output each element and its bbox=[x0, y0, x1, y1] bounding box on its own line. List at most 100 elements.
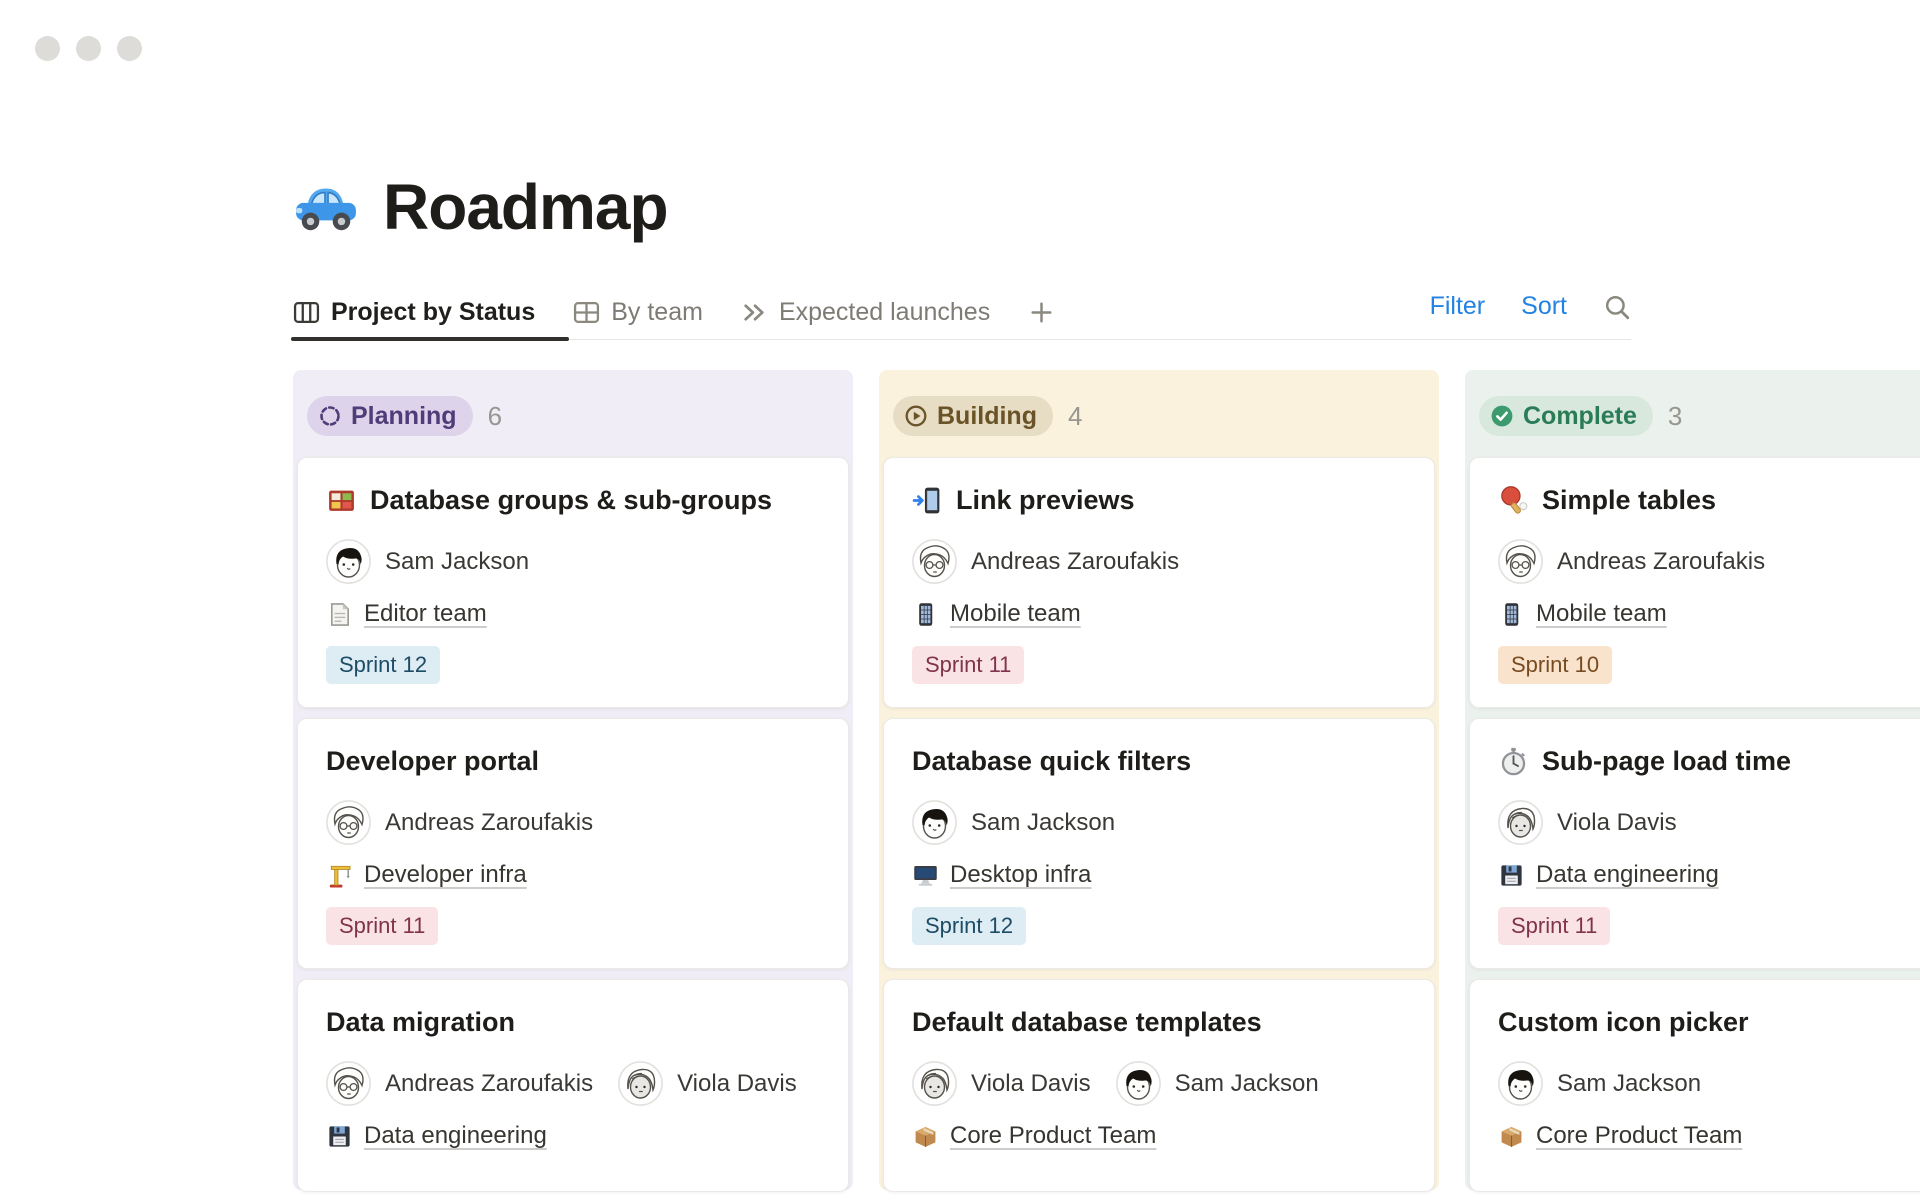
chevrons-icon bbox=[741, 299, 768, 326]
card-title-row: Sub-page load time bbox=[1498, 744, 1920, 779]
avatar bbox=[326, 800, 371, 845]
plus-icon bbox=[1028, 299, 1055, 326]
assignee-name: Andreas Zaroufakis bbox=[385, 809, 593, 837]
card-title: Database quick filters bbox=[912, 744, 1191, 779]
board-column: Planning 6 Database groups & sub-groups … bbox=[293, 370, 853, 1190]
card-title-row: Custom icon picker bbox=[1498, 1005, 1920, 1040]
card-title-row: Link previews bbox=[912, 483, 1406, 518]
assignee: Andreas Zaroufakis bbox=[326, 800, 593, 845]
assignee: Andreas Zaroufakis bbox=[912, 539, 1179, 584]
assignee: Viola Davis bbox=[618, 1061, 797, 1106]
assignees-row: Andreas Zaroufakis bbox=[326, 800, 820, 845]
card-title-row: Database quick filters bbox=[912, 744, 1406, 779]
add-view-button[interactable] bbox=[1028, 299, 1055, 326]
status-badge[interactable]: Complete bbox=[1479, 396, 1653, 436]
car-icon[interactable] bbox=[293, 174, 359, 240]
tab-expected-launches[interactable]: Expected launches bbox=[741, 298, 990, 327]
team-icon bbox=[912, 601, 939, 628]
team-link[interactable]: Editor team bbox=[364, 600, 487, 628]
project-card[interactable]: Database groups & sub-groups Sam Jackson… bbox=[297, 457, 849, 708]
team-icon bbox=[1498, 862, 1525, 889]
board: Planning 6 Database groups & sub-groups … bbox=[293, 370, 1920, 1190]
team-link[interactable]: Core Product Team bbox=[950, 1122, 1156, 1150]
team-icon bbox=[326, 1123, 353, 1150]
page-title: Roadmap bbox=[383, 170, 668, 244]
assignee-name: Viola Davis bbox=[971, 1070, 1091, 1098]
tab-label: Expected launches bbox=[779, 298, 990, 327]
sprint-badge: Sprint 11 bbox=[1498, 907, 1610, 945]
assignee: Andreas Zaroufakis bbox=[326, 1061, 593, 1106]
avatar bbox=[912, 539, 957, 584]
search-icon[interactable] bbox=[1603, 293, 1631, 321]
assignees-row: Andreas Zaroufakis bbox=[912, 539, 1406, 584]
sprint-badge: Sprint 11 bbox=[326, 907, 438, 945]
assignees-row: Sam Jackson bbox=[326, 539, 820, 584]
assignees-row: Sam Jackson bbox=[1498, 1061, 1920, 1106]
tab-label: By team bbox=[611, 298, 703, 327]
card-title-row: Database groups & sub-groups bbox=[326, 483, 820, 518]
avatar bbox=[618, 1061, 663, 1106]
team-link[interactable]: Data engineering bbox=[364, 1122, 547, 1150]
team-link[interactable]: Core Product Team bbox=[1536, 1122, 1742, 1150]
assignee-name: Sam Jackson bbox=[1175, 1070, 1319, 1098]
tab-by-team[interactable]: By team bbox=[573, 298, 703, 327]
project-card[interactable]: Data migration Andreas Zaroufakis Viola … bbox=[297, 979, 849, 1192]
team-link[interactable]: Data engineering bbox=[1536, 861, 1719, 889]
card-title-row: Developer portal bbox=[326, 744, 820, 779]
status-badge[interactable]: Planning bbox=[307, 396, 473, 436]
status-icon bbox=[904, 404, 928, 428]
avatar bbox=[912, 800, 957, 845]
assignee: Viola Davis bbox=[912, 1061, 1091, 1106]
window-minimize-button[interactable] bbox=[76, 36, 101, 61]
card-title: Link previews bbox=[956, 483, 1135, 518]
project-card[interactable]: Default database templates Viola Davis S… bbox=[883, 979, 1435, 1192]
assignee: Andreas Zaroufakis bbox=[1498, 539, 1765, 584]
card-title: Data migration bbox=[326, 1005, 515, 1040]
project-card[interactable]: Simple tables Andreas Zaroufakis Mobile … bbox=[1469, 457, 1920, 708]
board-icon bbox=[293, 299, 320, 326]
window-controls bbox=[35, 36, 142, 61]
team-icon bbox=[326, 862, 353, 889]
card-title: Developer portal bbox=[326, 744, 539, 779]
filter-button[interactable]: Filter bbox=[1430, 292, 1486, 321]
assignee-name: Viola Davis bbox=[1557, 809, 1677, 837]
avatar bbox=[1116, 1061, 1161, 1106]
column-count: 6 bbox=[488, 401, 502, 432]
project-card[interactable]: Database quick filters Sam Jackson Deskt… bbox=[883, 718, 1435, 969]
assignee-name: Andreas Zaroufakis bbox=[971, 548, 1179, 576]
column-cards: Database groups & sub-groups Sam Jackson… bbox=[297, 457, 849, 1192]
team-icon bbox=[912, 1123, 939, 1150]
column-cards: Simple tables Andreas Zaroufakis Mobile … bbox=[1469, 457, 1920, 1192]
team-link[interactable]: Mobile team bbox=[950, 600, 1081, 628]
column-header: Complete 3 bbox=[1479, 396, 1920, 436]
team-link[interactable]: Desktop infra bbox=[950, 861, 1091, 889]
sprint-badge: Sprint 11 bbox=[912, 646, 1024, 684]
card-title-row: Default database templates bbox=[912, 1005, 1406, 1040]
team-link[interactable]: Mobile team bbox=[1536, 600, 1667, 628]
window-zoom-button[interactable] bbox=[117, 36, 142, 61]
team-icon bbox=[912, 862, 939, 889]
sort-button[interactable]: Sort bbox=[1521, 292, 1567, 321]
project-card[interactable]: Custom icon picker Sam Jackson Core Prod… bbox=[1469, 979, 1920, 1192]
tab-project-by-status[interactable]: Project by Status bbox=[293, 298, 535, 327]
active-tab-underline bbox=[291, 337, 569, 341]
tab-label: Project by Status bbox=[331, 298, 535, 327]
team-link[interactable]: Developer infra bbox=[364, 861, 527, 889]
assignee: Viola Davis bbox=[1498, 800, 1677, 845]
status-badge[interactable]: Building bbox=[893, 396, 1053, 436]
project-card[interactable]: Sub-page load time Viola Davis Data engi… bbox=[1469, 718, 1920, 969]
avatar bbox=[912, 1061, 957, 1106]
window-close-button[interactable] bbox=[35, 36, 60, 61]
avatar bbox=[1498, 800, 1543, 845]
sprint-badge: Sprint 12 bbox=[912, 907, 1026, 945]
board-column: Building 4 Link previews Andreas Zaroufa… bbox=[879, 370, 1439, 1190]
project-card[interactable]: Developer portal Andreas Zaroufakis Deve… bbox=[297, 718, 849, 969]
assignees-row: Viola Davis Sam Jackson bbox=[912, 1061, 1406, 1106]
team-row: Editor team bbox=[326, 600, 820, 628]
project-card[interactable]: Link previews Andreas Zaroufakis Mobile … bbox=[883, 457, 1435, 708]
card-title: Database groups & sub-groups bbox=[370, 483, 772, 518]
view-controls: Filter Sort bbox=[1430, 292, 1631, 321]
assignees-row: Andreas Zaroufakis bbox=[1498, 539, 1920, 584]
table-icon bbox=[573, 299, 600, 326]
team-icon bbox=[326, 601, 353, 628]
